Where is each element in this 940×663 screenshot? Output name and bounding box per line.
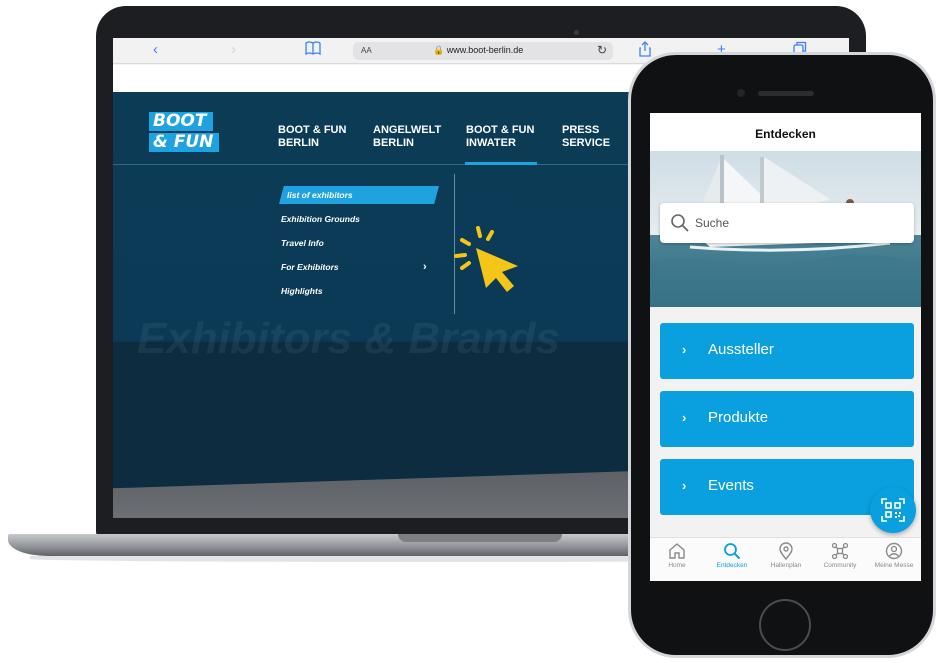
menu-label: Events	[708, 477, 754, 494]
phone-screen: Entdecken Suche › Aussteller › Produkte …	[650, 113, 921, 593]
forward-icon[interactable]: ›	[231, 41, 236, 59]
phone-frame: Entdecken Suche › Aussteller › Produkte …	[628, 52, 936, 658]
submenu-for-exhibitors[interactable]: For Exhibitors	[281, 262, 339, 272]
phone-speaker	[758, 91, 814, 96]
lock-icon: 🔒	[433, 45, 445, 55]
back-icon[interactable]: ‹	[153, 41, 158, 59]
nav-label-line-1: BOOT & FUN	[466, 124, 535, 136]
chevron-right-icon: ›	[682, 342, 687, 357]
phone-camera	[737, 89, 745, 97]
qr-code-icon	[881, 498, 905, 522]
network-icon	[831, 542, 849, 560]
tab-community[interactable]: Community	[813, 542, 867, 569]
chevron-right-icon: ›	[682, 410, 687, 425]
submenu-highlights[interactable]: Highlights	[281, 286, 323, 296]
logo-line-2: & FUN	[149, 133, 219, 152]
chevron-right-icon: ›	[682, 478, 687, 493]
home-button[interactable]	[759, 599, 811, 651]
reload-icon[interactable]: ↻	[597, 43, 607, 57]
tab-label: Home	[668, 562, 686, 569]
tab-label: Community	[823, 562, 857, 569]
search-placeholder: Suche	[695, 216, 730, 230]
nav-label-line-2: INWATER	[466, 137, 516, 149]
pointer-cursor-icon	[454, 226, 518, 292]
nav-angelwelt-berlin[interactable]: ANGELWELT BERLIN	[373, 124, 441, 150]
logo-line-1: BOOT	[149, 112, 213, 131]
search-icon	[671, 214, 689, 232]
bookmarks-icon[interactable]	[305, 41, 321, 60]
menu-button-aussteller[interactable]: › Aussteller	[660, 323, 914, 379]
tab-hallenplan[interactable]: Hallenplan	[759, 542, 813, 569]
nav-label-line-2: SERVICE	[562, 137, 611, 149]
nav-boot-fun-inwater[interactable]: BOOT & FUN INWATER	[466, 124, 534, 150]
nav-label-line-1: BOOT & FUN	[278, 124, 347, 136]
nav-label-line-1: PRESS	[562, 124, 600, 136]
app-title: Entdecken	[755, 127, 816, 141]
laptop-notch	[398, 534, 562, 542]
tab-meine-messe[interactable]: Meine Messe	[867, 542, 921, 569]
reader-mode-button[interactable]: AA	[361, 46, 372, 55]
map-pin-icon	[779, 542, 793, 560]
nav-label-line-1: ANGELWELT	[373, 124, 442, 136]
laptop-camera	[574, 30, 579, 35]
submenu-exhibition-grounds[interactable]: Exhibition Grounds	[281, 214, 360, 224]
submenu-list-of-exhibitors[interactable]: list of exhibitors	[279, 186, 439, 204]
tab-label: Entdecken	[716, 562, 748, 569]
tab-label: Meine Messe	[874, 562, 914, 569]
background-heading: Exhibitors & Brands	[137, 314, 560, 363]
search-icon	[724, 543, 741, 560]
menu-button-produkte[interactable]: › Produkte	[660, 391, 914, 447]
tab-entdecken[interactable]: Entdecken	[705, 542, 759, 569]
tab-label: Hallenplan	[770, 562, 802, 569]
qr-scan-button[interactable]	[870, 487, 916, 533]
search-field[interactable]: Suche	[660, 203, 914, 243]
home-icon	[669, 543, 685, 559]
url-label: www.boot-berlin.de	[446, 45, 524, 55]
nav-label-line-2: BERLIN	[278, 137, 319, 149]
url-bar[interactable]: AA 🔒 www.boot-berlin.de ↻	[353, 42, 613, 60]
chevron-right-icon[interactable]: ›	[423, 261, 427, 273]
nav-boot-fun-berlin[interactable]: BOOT & FUN BERLIN	[278, 124, 346, 150]
tab-home[interactable]: Home	[650, 542, 704, 569]
site-logo[interactable]: BOOT & FUN	[149, 112, 223, 154]
bottom-tab-bar: Home Entdecken Hallenplan Community Mein…	[650, 537, 921, 581]
url-text: 🔒 www.boot-berlin.de	[433, 45, 523, 56]
phone-screen-bottom	[650, 581, 921, 593]
nav-label-line-2: BERLIN	[373, 137, 414, 149]
profile-icon	[885, 542, 903, 560]
menu-label: Aussteller	[708, 341, 774, 358]
menu-label: Produkte	[708, 409, 769, 426]
nav-active-indicator	[465, 162, 537, 165]
nav-press-service[interactable]: PRESS SERVICE	[562, 124, 610, 150]
submenu-travel-info[interactable]: Travel Info	[281, 238, 324, 248]
